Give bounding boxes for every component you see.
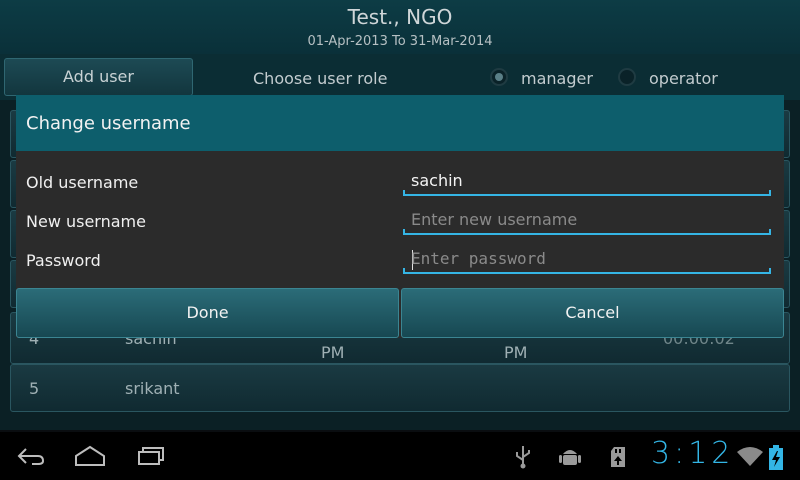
password-field-wrap — [403, 248, 771, 274]
operator-radio-label[interactable]: operator — [649, 69, 718, 88]
dialog-title: Change username — [26, 113, 191, 134]
user-toolbar: Add user Choose user role manager operat… — [0, 54, 800, 100]
dialog-button-row: Done Cancel — [16, 288, 784, 338]
old-username-input[interactable] — [411, 171, 761, 190]
choose-role-label: Choose user role — [253, 69, 388, 88]
sd-card-icon — [611, 447, 625, 467]
battery-charging-icon — [769, 445, 783, 470]
row-username: srikant — [125, 379, 180, 398]
clock[interactable]: 3:12 — [651, 436, 734, 471]
app-header: Test., NGO 01-Apr-2013 To 31-Mar-2014 — [0, 0, 800, 54]
add-user-button[interactable]: Add user — [4, 58, 193, 96]
old-username-field-wrap — [403, 170, 771, 196]
row-updated-pm: PM — [504, 343, 528, 362]
dialog-title-bar: Change username — [16, 95, 784, 151]
system-bar: 3:12 — [0, 432, 800, 480]
list-item[interactable]: 5 srikant — [10, 364, 790, 412]
date-range: 01-Apr-2013 To 31-Mar-2014 — [307, 34, 493, 49]
usb-icon — [516, 446, 530, 469]
new-username-field-wrap — [403, 209, 771, 235]
recent-apps-icon[interactable] — [136, 444, 166, 468]
back-icon[interactable] — [16, 444, 46, 468]
password-label: Password — [26, 251, 101, 270]
done-button[interactable]: Done — [16, 288, 399, 338]
old-username-label: Old username — [26, 173, 139, 192]
manager-radio-label[interactable]: manager — [521, 69, 593, 88]
row-number: 5 — [29, 379, 40, 398]
new-username-label: New username — [26, 212, 146, 231]
wifi-icon — [737, 447, 763, 466]
app-title: Test., NGO — [347, 5, 453, 29]
manager-radio[interactable] — [490, 68, 508, 86]
operator-radio[interactable] — [618, 68, 636, 86]
home-icon[interactable] — [74, 444, 106, 468]
password-input[interactable] — [411, 249, 761, 268]
android-debug-icon — [559, 450, 581, 465]
row-created-pm: PM — [321, 343, 345, 362]
new-username-input[interactable] — [411, 210, 761, 229]
change-username-dialog: Change username Old username New usernam… — [16, 95, 784, 338]
cancel-button[interactable]: Cancel — [401, 288, 784, 338]
